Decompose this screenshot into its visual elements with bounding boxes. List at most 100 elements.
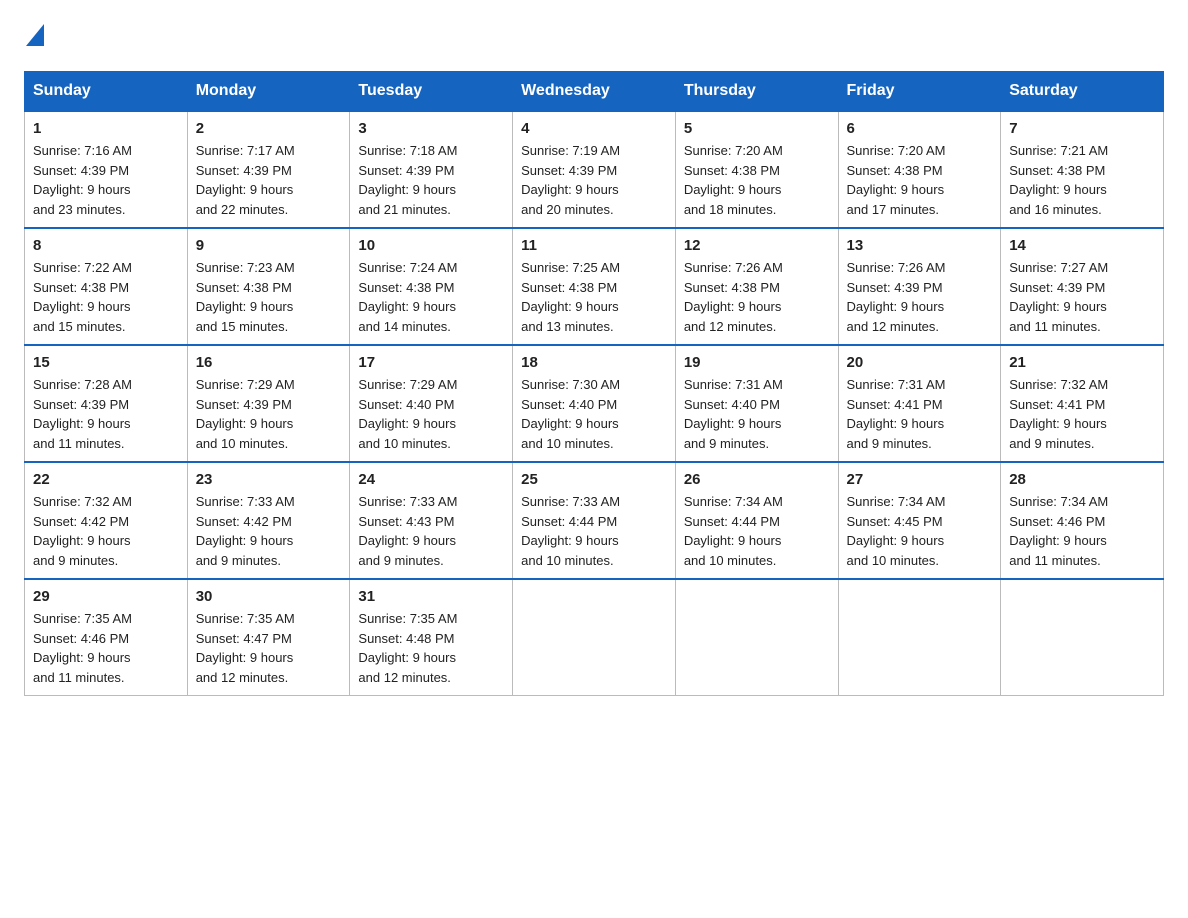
day-info: Sunrise: 7:35 AMSunset: 4:47 PMDaylight:… (196, 609, 342, 687)
calendar-week-row: 15 Sunrise: 7:28 AMSunset: 4:39 PMDaylig… (25, 345, 1164, 462)
calendar-cell (513, 579, 676, 696)
day-info: Sunrise: 7:25 AMSunset: 4:38 PMDaylight:… (521, 258, 667, 336)
day-number: 6 (847, 120, 993, 137)
day-info: Sunrise: 7:27 AMSunset: 4:39 PMDaylight:… (1009, 258, 1155, 336)
day-number: 28 (1009, 471, 1155, 488)
day-info: Sunrise: 7:21 AMSunset: 4:38 PMDaylight:… (1009, 141, 1155, 219)
calendar-cell: 28 Sunrise: 7:34 AMSunset: 4:46 PMDaylig… (1001, 462, 1164, 579)
day-info: Sunrise: 7:20 AMSunset: 4:38 PMDaylight:… (684, 141, 830, 219)
day-info: Sunrise: 7:19 AMSunset: 4:39 PMDaylight:… (521, 141, 667, 219)
calendar-cell: 31 Sunrise: 7:35 AMSunset: 4:48 PMDaylig… (350, 579, 513, 696)
day-info: Sunrise: 7:34 AMSunset: 4:45 PMDaylight:… (847, 492, 993, 570)
calendar-cell: 22 Sunrise: 7:32 AMSunset: 4:42 PMDaylig… (25, 462, 188, 579)
day-number: 29 (33, 588, 179, 605)
calendar-header-thursday: Thursday (675, 72, 838, 112)
calendar-cell: 24 Sunrise: 7:33 AMSunset: 4:43 PMDaylig… (350, 462, 513, 579)
day-info: Sunrise: 7:29 AMSunset: 4:39 PMDaylight:… (196, 375, 342, 453)
page-header (24, 24, 1164, 51)
day-info: Sunrise: 7:32 AMSunset: 4:41 PMDaylight:… (1009, 375, 1155, 453)
calendar-cell: 18 Sunrise: 7:30 AMSunset: 4:40 PMDaylig… (513, 345, 676, 462)
day-info: Sunrise: 7:18 AMSunset: 4:39 PMDaylight:… (358, 141, 504, 219)
calendar-cell: 27 Sunrise: 7:34 AMSunset: 4:45 PMDaylig… (838, 462, 1001, 579)
day-number: 14 (1009, 237, 1155, 254)
day-info: Sunrise: 7:20 AMSunset: 4:38 PMDaylight:… (847, 141, 993, 219)
day-number: 15 (33, 354, 179, 371)
calendar-cell: 14 Sunrise: 7:27 AMSunset: 4:39 PMDaylig… (1001, 228, 1164, 345)
day-number: 22 (33, 471, 179, 488)
calendar-cell: 13 Sunrise: 7:26 AMSunset: 4:39 PMDaylig… (838, 228, 1001, 345)
calendar-cell: 25 Sunrise: 7:33 AMSunset: 4:44 PMDaylig… (513, 462, 676, 579)
calendar-cell: 5 Sunrise: 7:20 AMSunset: 4:38 PMDayligh… (675, 111, 838, 228)
calendar-cell (675, 579, 838, 696)
day-info: Sunrise: 7:33 AMSunset: 4:42 PMDaylight:… (196, 492, 342, 570)
calendar-header-monday: Monday (187, 72, 350, 112)
calendar-cell: 8 Sunrise: 7:22 AMSunset: 4:38 PMDayligh… (25, 228, 188, 345)
calendar-cell: 11 Sunrise: 7:25 AMSunset: 4:38 PMDaylig… (513, 228, 676, 345)
calendar-header-row: SundayMondayTuesdayWednesdayThursdayFrid… (25, 72, 1164, 112)
calendar-cell: 30 Sunrise: 7:35 AMSunset: 4:47 PMDaylig… (187, 579, 350, 696)
day-number: 9 (196, 237, 342, 254)
day-info: Sunrise: 7:35 AMSunset: 4:46 PMDaylight:… (33, 609, 179, 687)
calendar-cell: 20 Sunrise: 7:31 AMSunset: 4:41 PMDaylig… (838, 345, 1001, 462)
day-number: 13 (847, 237, 993, 254)
day-number: 10 (358, 237, 504, 254)
calendar-cell: 3 Sunrise: 7:18 AMSunset: 4:39 PMDayligh… (350, 111, 513, 228)
calendar-cell: 15 Sunrise: 7:28 AMSunset: 4:39 PMDaylig… (25, 345, 188, 462)
day-number: 16 (196, 354, 342, 371)
day-info: Sunrise: 7:30 AMSunset: 4:40 PMDaylight:… (521, 375, 667, 453)
calendar-header-friday: Friday (838, 72, 1001, 112)
day-info: Sunrise: 7:33 AMSunset: 4:44 PMDaylight:… (521, 492, 667, 570)
day-number: 26 (684, 471, 830, 488)
calendar-week-row: 1 Sunrise: 7:16 AMSunset: 4:39 PMDayligh… (25, 111, 1164, 228)
day-number: 2 (196, 120, 342, 137)
calendar-cell: 29 Sunrise: 7:35 AMSunset: 4:46 PMDaylig… (25, 579, 188, 696)
calendar-header-saturday: Saturday (1001, 72, 1164, 112)
day-info: Sunrise: 7:29 AMSunset: 4:40 PMDaylight:… (358, 375, 504, 453)
calendar-cell (838, 579, 1001, 696)
day-number: 5 (684, 120, 830, 137)
calendar-cell: 1 Sunrise: 7:16 AMSunset: 4:39 PMDayligh… (25, 111, 188, 228)
day-info: Sunrise: 7:34 AMSunset: 4:44 PMDaylight:… (684, 492, 830, 570)
calendar-week-row: 29 Sunrise: 7:35 AMSunset: 4:46 PMDaylig… (25, 579, 1164, 696)
calendar-cell: 21 Sunrise: 7:32 AMSunset: 4:41 PMDaylig… (1001, 345, 1164, 462)
calendar-cell: 19 Sunrise: 7:31 AMSunset: 4:40 PMDaylig… (675, 345, 838, 462)
calendar-cell: 2 Sunrise: 7:17 AMSunset: 4:39 PMDayligh… (187, 111, 350, 228)
day-number: 4 (521, 120, 667, 137)
day-info: Sunrise: 7:26 AMSunset: 4:39 PMDaylight:… (847, 258, 993, 336)
calendar-cell: 12 Sunrise: 7:26 AMSunset: 4:38 PMDaylig… (675, 228, 838, 345)
day-number: 23 (196, 471, 342, 488)
day-number: 20 (847, 354, 993, 371)
day-number: 19 (684, 354, 830, 371)
day-number: 8 (33, 237, 179, 254)
day-number: 30 (196, 588, 342, 605)
calendar-cell: 4 Sunrise: 7:19 AMSunset: 4:39 PMDayligh… (513, 111, 676, 228)
calendar-header-sunday: Sunday (25, 72, 188, 112)
calendar-cell: 23 Sunrise: 7:33 AMSunset: 4:42 PMDaylig… (187, 462, 350, 579)
day-number: 12 (684, 237, 830, 254)
calendar-cell: 6 Sunrise: 7:20 AMSunset: 4:38 PMDayligh… (838, 111, 1001, 228)
calendar-header-wednesday: Wednesday (513, 72, 676, 112)
logo (24, 24, 44, 51)
day-info: Sunrise: 7:22 AMSunset: 4:38 PMDaylight:… (33, 258, 179, 336)
day-number: 31 (358, 588, 504, 605)
calendar-cell: 9 Sunrise: 7:23 AMSunset: 4:38 PMDayligh… (187, 228, 350, 345)
day-info: Sunrise: 7:24 AMSunset: 4:38 PMDaylight:… (358, 258, 504, 336)
day-info: Sunrise: 7:16 AMSunset: 4:39 PMDaylight:… (33, 141, 179, 219)
day-info: Sunrise: 7:31 AMSunset: 4:41 PMDaylight:… (847, 375, 993, 453)
day-info: Sunrise: 7:17 AMSunset: 4:39 PMDaylight:… (196, 141, 342, 219)
calendar-cell: 17 Sunrise: 7:29 AMSunset: 4:40 PMDaylig… (350, 345, 513, 462)
day-number: 1 (33, 120, 179, 137)
day-number: 17 (358, 354, 504, 371)
day-info: Sunrise: 7:31 AMSunset: 4:40 PMDaylight:… (684, 375, 830, 453)
calendar-cell: 10 Sunrise: 7:24 AMSunset: 4:38 PMDaylig… (350, 228, 513, 345)
day-number: 27 (847, 471, 993, 488)
day-number: 11 (521, 237, 667, 254)
calendar-table: SundayMondayTuesdayWednesdayThursdayFrid… (24, 71, 1164, 696)
calendar-week-row: 8 Sunrise: 7:22 AMSunset: 4:38 PMDayligh… (25, 228, 1164, 345)
calendar-header-tuesday: Tuesday (350, 72, 513, 112)
day-info: Sunrise: 7:34 AMSunset: 4:46 PMDaylight:… (1009, 492, 1155, 570)
day-number: 18 (521, 354, 667, 371)
day-info: Sunrise: 7:26 AMSunset: 4:38 PMDaylight:… (684, 258, 830, 336)
calendar-cell: 7 Sunrise: 7:21 AMSunset: 4:38 PMDayligh… (1001, 111, 1164, 228)
calendar-cell: 26 Sunrise: 7:34 AMSunset: 4:44 PMDaylig… (675, 462, 838, 579)
